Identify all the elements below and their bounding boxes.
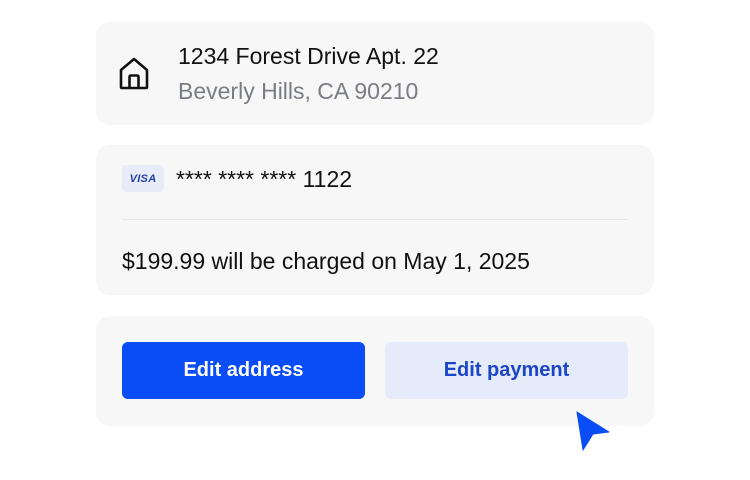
address-line-2: Beverly Hills, CA 90210 [178, 78, 419, 104]
address-card: 1234 Forest Drive Apt. 22 Beverly Hills,… [96, 22, 654, 125]
edit-payment-button[interactable]: Edit payment [385, 342, 628, 399]
charge-notice: $199.99 will be charged on May 1, 2025 [122, 248, 530, 274]
home-icon [119, 57, 149, 90]
edit-address-button[interactable]: Edit address [122, 342, 365, 399]
card-number: **** **** **** 1122 [176, 166, 353, 192]
payment-card: VISA **** **** **** 1122 $199.99 will be… [96, 145, 654, 295]
visa-card-icon: VISA [122, 165, 164, 192]
actions-card: Edit address Edit payment [96, 316, 654, 426]
address-line-1: 1234 Forest Drive Apt. 22 [178, 43, 439, 69]
divider [122, 219, 628, 220]
pointer-cursor-icon [576, 411, 610, 451]
